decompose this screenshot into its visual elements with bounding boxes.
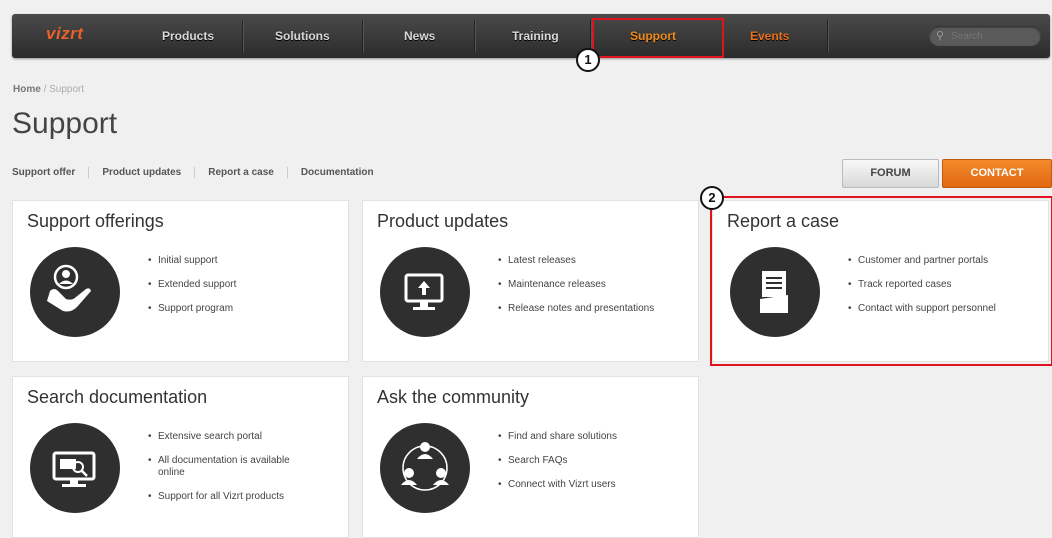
card-ask-the-community[interactable]: Ask the community Find and share solutio… (362, 376, 699, 538)
nav-item-products[interactable]: Products (162, 29, 214, 43)
breadcrumb-separator: / (43, 84, 47, 95)
card-feature-list: Find and share solutions Search FAQs Con… (498, 431, 617, 503)
top-navbar: vizrt Products Solutions News Training S… (12, 14, 1050, 58)
card-product-updates[interactable]: Product updates Latest releases Maintena… (362, 200, 699, 362)
list-item: Extensive search portal (148, 431, 318, 443)
card-feature-list: Extensive search portal All documentatio… (148, 431, 318, 515)
list-item: Initial support (148, 255, 236, 267)
forum-button[interactable]: FORUM (842, 159, 939, 188)
sub-navigation: Support offer Product updates Report a c… (12, 167, 387, 178)
list-item: Extended support (148, 279, 236, 291)
hand-user-icon (30, 247, 120, 337)
card-support-offerings[interactable]: Support offerings Initial support Extend… (12, 200, 349, 362)
subnav-report-a-case[interactable]: Report a case (195, 167, 288, 178)
card-search-documentation[interactable]: Search documentation Extensive search po… (12, 376, 349, 538)
annotation-highlight-support (592, 18, 724, 58)
monitor-search-icon (30, 423, 120, 513)
contact-button[interactable]: CONTACT (942, 159, 1052, 188)
subnav-documentation[interactable]: Documentation (288, 167, 387, 178)
people-network-icon (380, 423, 470, 513)
nav-item-events[interactable]: Events (750, 29, 789, 43)
nav-divider (474, 20, 475, 52)
page-title: Support (12, 107, 118, 140)
card-feature-list: Latest releases Maintenance releases Rel… (498, 255, 654, 327)
list-item: Release notes and presentations (498, 303, 654, 315)
nav-item-news[interactable]: News (404, 29, 435, 43)
list-item: Latest releases (498, 255, 654, 267)
list-item: Support program (148, 303, 236, 315)
search-box[interactable]: ⚲ (929, 26, 1041, 46)
nav-divider (242, 20, 243, 52)
list-item: Find and share solutions (498, 431, 617, 443)
list-item: Maintenance releases (498, 279, 654, 291)
nav-divider (827, 20, 828, 52)
card-title: Search documentation (27, 387, 208, 407)
card-title: Support offerings (27, 211, 164, 231)
breadcrumb-current: Support (49, 84, 85, 95)
nav-divider (362, 20, 363, 52)
search-input[interactable] (949, 28, 1038, 45)
nav-divider (590, 20, 591, 52)
search-icon: ⚲ (936, 30, 945, 42)
annotation-marker-1: 1 (576, 48, 600, 72)
subnav-support-offer[interactable]: Support offer (12, 167, 90, 178)
card-title: Ask the community (377, 387, 530, 407)
list-item: Connect with Vizrt users (498, 479, 617, 491)
annotation-marker-2: 2 (700, 186, 724, 210)
card-title: Product updates (377, 211, 509, 231)
breadcrumb: Home / Support (13, 84, 84, 95)
vizrt-logo[interactable]: vizrt (46, 24, 83, 44)
subnav-product-updates[interactable]: Product updates (89, 167, 196, 178)
annotation-highlight-report-case (710, 196, 1052, 366)
list-item: All documentation is available online (148, 455, 318, 479)
list-item: Support for all Vizrt products (148, 491, 318, 503)
nav-item-solutions[interactable]: Solutions (275, 29, 330, 43)
breadcrumb-home[interactable]: Home (13, 84, 41, 95)
list-item: Search FAQs (498, 455, 617, 467)
nav-item-training[interactable]: Training (512, 29, 559, 43)
card-feature-list: Initial support Extended support Support… (148, 255, 236, 327)
monitor-upload-icon (380, 247, 470, 337)
